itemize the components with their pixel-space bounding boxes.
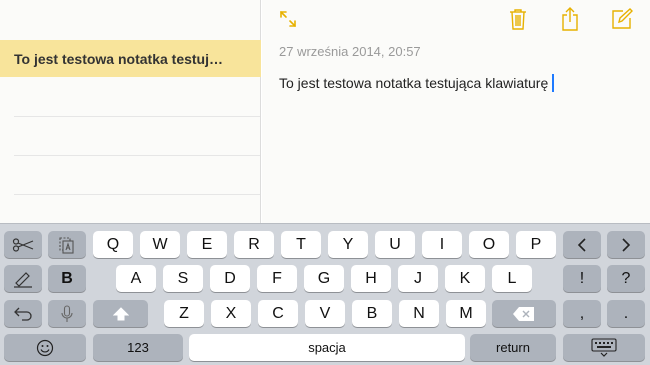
key-x[interactable]: X: [211, 300, 251, 327]
expand-arrows-icon[interactable]: [276, 7, 300, 31]
divider: [14, 116, 260, 117]
period-key[interactable]: .: [607, 300, 645, 327]
pen-icon: [14, 271, 32, 288]
divider: [14, 155, 260, 156]
compose-icon[interactable]: [610, 7, 634, 31]
emoji-key[interactable]: [4, 334, 86, 361]
note-body-content: To jest testowa notatka testująca klawia…: [279, 75, 549, 91]
chevron-right-icon: [622, 237, 631, 252]
key-g[interactable]: G: [304, 265, 344, 292]
key-l[interactable]: L: [492, 265, 532, 292]
key-t[interactable]: T: [281, 231, 321, 258]
key-o[interactable]: O: [469, 231, 509, 258]
backspace-key[interactable]: [492, 300, 556, 327]
key-w[interactable]: W: [140, 231, 180, 258]
key-c[interactable]: C: [258, 300, 298, 327]
keyboard: Q W E R T Y U I O P B A S D F G H J K L …: [0, 223, 650, 365]
hide-keyboard-key[interactable]: [563, 334, 645, 361]
note-editor[interactable]: 27 września 2014, 20:57 To jest testowa …: [262, 0, 650, 223]
key-z[interactable]: Z: [164, 300, 204, 327]
key-n[interactable]: N: [399, 300, 439, 327]
dictation-key[interactable]: [48, 300, 86, 327]
key-s[interactable]: S: [163, 265, 203, 292]
copy-key[interactable]: [48, 231, 86, 258]
trash-icon[interactable]: [506, 7, 530, 31]
key-e[interactable]: E: [187, 231, 227, 258]
cursor-left-key[interactable]: [563, 231, 601, 258]
share-icon[interactable]: [558, 7, 582, 31]
key-k[interactable]: K: [445, 265, 485, 292]
note-title: To jest testowa notatka testuj…: [14, 50, 223, 67]
undo-icon: [14, 307, 32, 321]
divider: [14, 194, 260, 195]
exclamation-key[interactable]: !: [563, 265, 601, 292]
keyboard-dismiss-icon: [591, 337, 617, 357]
note-body-text[interactable]: To jest testowa notatka testująca klawia…: [279, 74, 555, 92]
comma-key[interactable]: ,: [563, 300, 601, 327]
format-key[interactable]: [4, 265, 42, 292]
key-d[interactable]: D: [210, 265, 250, 292]
key-r[interactable]: R: [234, 231, 274, 258]
key-y[interactable]: Y: [328, 231, 368, 258]
emoji-icon: [36, 339, 54, 356]
undo-key[interactable]: [4, 300, 42, 327]
cursor-right-key[interactable]: [607, 231, 645, 258]
question-key[interactable]: ?: [607, 265, 645, 292]
shift-key[interactable]: [93, 300, 148, 327]
microphone-icon: [61, 304, 73, 322]
numbers-key[interactable]: 123: [93, 334, 183, 361]
key-q[interactable]: Q: [93, 231, 133, 258]
text-caret: [552, 74, 555, 92]
key-i[interactable]: I: [422, 231, 462, 258]
copy-icon: [59, 236, 74, 254]
backspace-icon: [513, 306, 534, 321]
cut-key[interactable]: [4, 231, 42, 258]
bold-key[interactable]: B: [48, 265, 86, 292]
key-v[interactable]: V: [305, 300, 345, 327]
key-a[interactable]: A: [116, 265, 156, 292]
shift-arrow-icon: [112, 306, 129, 320]
note-list-item[interactable]: To jest testowa notatka testuj…: [0, 40, 261, 77]
space-key[interactable]: spacja: [189, 334, 465, 361]
chevron-left-icon: [577, 237, 586, 252]
key-u[interactable]: U: [375, 231, 415, 258]
key-j[interactable]: J: [398, 265, 438, 292]
key-m[interactable]: M: [446, 300, 486, 327]
key-h[interactable]: H: [351, 265, 391, 292]
key-b[interactable]: B: [352, 300, 392, 327]
key-p[interactable]: P: [516, 231, 556, 258]
key-f[interactable]: F: [257, 265, 297, 292]
note-date: 27 września 2014, 20:57: [279, 44, 421, 59]
scissors-icon: [12, 237, 34, 252]
notes-sidebar: To jest testowa notatka testuj…: [0, 0, 261, 223]
return-key[interactable]: return: [470, 334, 556, 361]
